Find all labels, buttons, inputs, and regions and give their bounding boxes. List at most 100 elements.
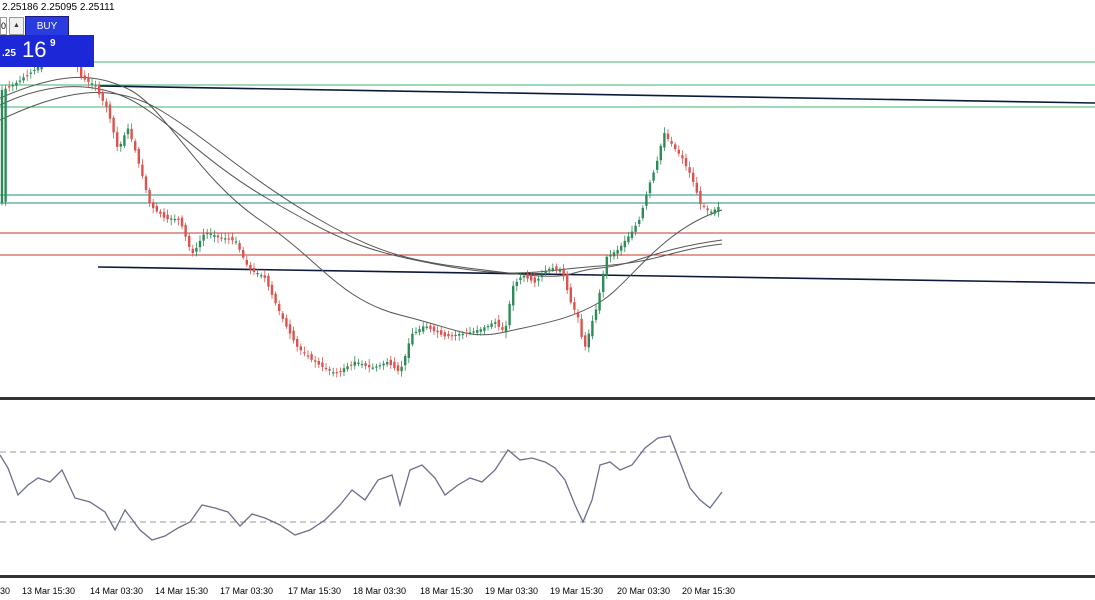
candle-body (587, 333, 590, 348)
candle-body (33, 69, 36, 72)
candle-body (303, 352, 306, 354)
candle-body (306, 355, 310, 357)
time-axis-label: 30 (0, 586, 11, 596)
candle-body (346, 366, 349, 370)
candle-body (188, 236, 191, 247)
candle-body (432, 326, 436, 332)
candle-body (162, 212, 166, 218)
moving-average-line (0, 86, 723, 274)
buy-price-button[interactable]: .25 16 9 (0, 35, 94, 67)
price-chart[interactable] (0, 0, 1095, 600)
candle-body (702, 205, 706, 208)
time-axis-label: 18 Mar 15:30 (420, 586, 474, 596)
candle-body (335, 372, 338, 374)
candle-body (645, 194, 648, 206)
candle-body (324, 367, 328, 370)
candle-body (141, 164, 144, 177)
candle-body (364, 363, 367, 367)
candle-body (576, 312, 580, 318)
candle-body (350, 364, 353, 366)
candle-body (681, 155, 684, 159)
candle-body (692, 172, 695, 182)
candle-body (15, 82, 18, 86)
candle-body (440, 330, 443, 335)
candle-body (612, 252, 616, 257)
candle-body (213, 235, 216, 237)
candle-body (105, 101, 108, 107)
candle-body (328, 369, 331, 371)
quote-line: 2.25186 2.25095 2.25111 (2, 2, 115, 13)
candle-body (569, 287, 572, 303)
candle-body (116, 132, 119, 147)
candle-body (620, 245, 623, 251)
candle-body (519, 277, 522, 281)
candle-body (321, 362, 324, 367)
candle-body (216, 235, 220, 238)
candle-body (591, 320, 594, 337)
lot-size-input[interactable]: 0 (0, 17, 7, 35)
candle-body (231, 236, 234, 241)
candle-body (425, 326, 428, 329)
candle-body (256, 273, 259, 275)
subwindow-separator (0, 397, 1095, 400)
candle-body (220, 237, 223, 239)
candle-body (479, 329, 482, 332)
candle-body (414, 331, 418, 334)
chart-window[interactable]: 2.25186 2.25095 2.25111 0 ▲ BUY .25 16 9… (0, 0, 1095, 600)
candle-body (360, 363, 364, 366)
candle-body (87, 78, 90, 82)
candle-body (332, 372, 335, 374)
candle-body (267, 275, 270, 287)
candle-body (465, 332, 468, 334)
candle-body (468, 332, 472, 334)
candle-body (422, 326, 425, 332)
candle-body (389, 359, 392, 366)
candle-body (119, 143, 122, 147)
candle-body (551, 268, 554, 271)
candle-body (407, 343, 410, 359)
candle-body (191, 248, 194, 253)
candle-body (699, 190, 702, 205)
candle-body (670, 141, 673, 144)
price-prefix: .25 (2, 48, 16, 59)
candle-body (245, 259, 248, 265)
candle-body (11, 85, 14, 87)
candle-body (382, 363, 385, 366)
candle-body (454, 334, 457, 337)
candle-body (371, 367, 374, 369)
candle-body (108, 104, 112, 119)
candle-body (515, 281, 518, 287)
candle-body (522, 275, 526, 278)
candle-body (224, 238, 227, 240)
buy-button[interactable]: BUY (25, 16, 69, 37)
candle-body (476, 330, 479, 333)
candle-body (0, 90, 4, 203)
candle-body (342, 368, 346, 372)
price-big-digits: 16 (22, 37, 47, 62)
candle-body (540, 274, 544, 278)
candle-body (80, 66, 83, 77)
candle-body (94, 85, 97, 87)
lot-up-arrow-icon[interactable]: ▲ (9, 17, 24, 35)
candle-body (710, 211, 713, 213)
one-click-trading-panel: 0 ▲ BUY .25 16 9 (0, 15, 94, 67)
candle-body (126, 128, 130, 135)
candle-body (339, 371, 342, 373)
time-axis-label: 18 Mar 03:30 (353, 586, 407, 596)
candle-body (249, 264, 252, 270)
candle-body (494, 322, 497, 324)
candle-body (177, 218, 180, 220)
candle-body (605, 256, 608, 276)
candle-body (83, 75, 86, 80)
candle-body (260, 275, 263, 277)
candle-body (166, 214, 169, 220)
candle-body (393, 361, 396, 369)
candle-body (353, 361, 356, 366)
candle-body (375, 366, 378, 368)
candle-body (490, 323, 493, 327)
candle-body (170, 218, 173, 220)
candle-body (562, 268, 565, 277)
candle-body (314, 360, 317, 362)
candle-body (101, 92, 104, 101)
candle-body (281, 313, 284, 319)
